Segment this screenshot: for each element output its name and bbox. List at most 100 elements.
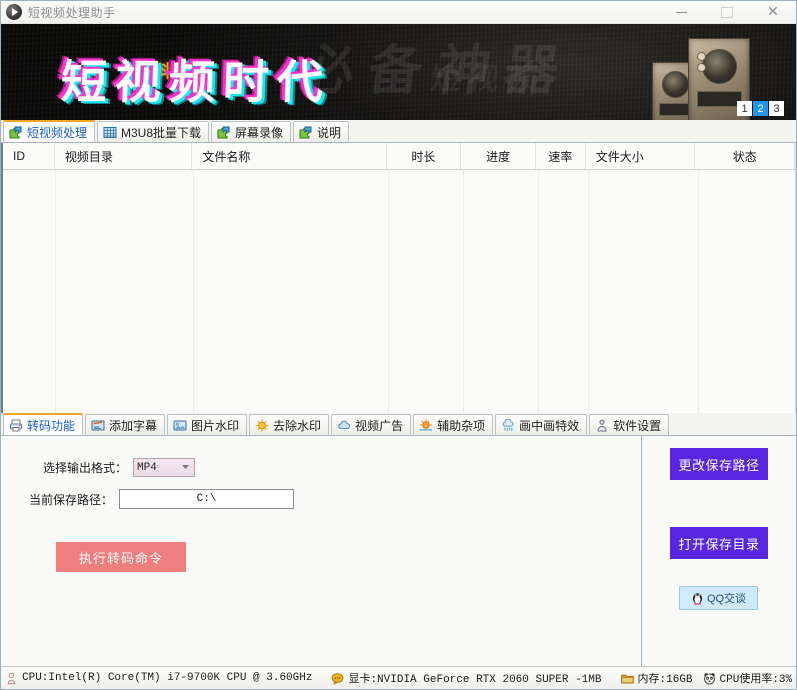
close-button[interactable]: ✕ [750,1,796,23]
minimize-icon [676,12,687,13]
tab-label: 转码功能 [27,417,75,434]
main-tab-bar: 短视频处理 M3U8批量下载 屏幕录像 说明 [1,120,796,143]
status-memory: 内存:16GB [621,667,703,689]
tab-label: 图片水印 [191,417,239,434]
status-bar: CPU:Intel(R) Core(TM) i7-9700K CPU @ 3.6… [1,666,796,689]
function-panel: 选择输出格式： MP4 当前保存路径： C:\ 执行转码命令 更改保存路径 打开… [1,436,796,666]
banner-page-3[interactable]: 3 [769,101,784,116]
side-actions-panel: 更改保存路径 打开保存目录 QQ交谈 [642,436,796,666]
tab-label: 短视频处理 [27,124,87,141]
app-play-circle-icon [6,4,22,20]
tab-label: 画中画特效 [519,417,579,434]
speaker-illustration [638,36,750,120]
tab-label: 屏幕录像 [235,124,283,141]
maximize-icon [721,7,733,18]
transcode-settings-panel: 选择输出格式： MP4 当前保存路径： C:\ 执行转码命令 [1,436,642,666]
status-cpu: CPU:Intel(R) Core(TM) i7-9700K CPU @ 3.6… [5,667,322,689]
person-icon [595,419,609,432]
puzzle-green-icon [9,126,23,139]
output-format-select[interactable]: MP4 [133,458,195,477]
status-gpu-text: 显卡:NVIDIA GeForce RTX 2060 SUPER -1MB [348,670,601,686]
status-memory-text: 内存:16GB [638,670,693,686]
puzzle-green-icon [217,126,231,139]
save-path-label: 当前保存路径： [29,491,113,508]
panda-icon [703,672,716,685]
change-save-path-button[interactable]: 更改保存路径 [670,448,768,480]
banner-headline: 短视频时代 [60,46,332,112]
tab-screen-recording[interactable]: 屏幕录像 [211,121,291,142]
chevron-down-icon [182,465,189,469]
speech-bubble-icon [331,672,344,685]
qq-penguin-icon [691,591,704,605]
column-header-file-name[interactable]: 文件名称 [192,143,386,169]
tab-add-subtitle[interactable]: 添加字幕 [85,414,165,435]
status-cpu-text: CPU:Intel(R) Core(TM) i7-9700K CPU @ 3.6… [22,672,312,684]
tab-software-settings[interactable]: 软件设置 [589,414,669,435]
column-header-duration[interactable]: 时长 [387,143,462,169]
sun-icon [255,419,269,432]
column-header-video-dir[interactable]: 视频目录 [55,143,192,169]
tab-short-video-processing[interactable]: 短视频处理 [3,120,95,142]
function-tab-bar: 转码功能 添加字幕 图片水印 去除水 [1,413,796,436]
folder-icon [621,672,634,685]
output-format-label: 选择输出格式： [43,459,127,476]
table-body[interactable] [3,169,795,413]
maximize-button[interactable] [704,1,750,23]
qq-chat-button[interactable]: QQ交谈 [679,586,758,610]
tab-remove-watermark[interactable]: 去除水印 [249,414,329,435]
save-path-value: C:\ [197,493,217,505]
tab-label: 去除水印 [273,417,321,434]
table-header-row: ID 视频目录 文件名称 时长 进度 速率 文件大小 状态 [3,143,795,170]
tab-label: 添加字幕 [109,417,157,434]
save-path-input[interactable]: C:\ [119,489,294,509]
subtitle-icon [91,419,105,432]
close-icon: ✕ [767,5,779,19]
application-window: 短视频处理助手 ✕ 必备神器 短视频 黑科技 短视频时代 1 [0,0,797,690]
task-table[interactable]: ID 视频目录 文件名称 时长 进度 速率 文件大小 状态 [1,143,796,413]
tab-label: 说明 [317,124,341,141]
minimize-button[interactable] [658,1,704,23]
status-cpu-usage-text: CPU使用率:3% [720,670,793,686]
cpu-chip-icon [5,672,18,685]
open-save-directory-button[interactable]: 打开保存目录 [670,527,768,559]
tab-image-watermark[interactable]: 图片水印 [167,414,247,435]
qq-chat-label: QQ交谈 [707,590,746,606]
window-controls: ✕ [658,1,796,23]
tab-m3u8-batch-download[interactable]: M3U8批量下载 [97,121,209,142]
banner-page-2[interactable]: 2 [753,101,768,116]
tab-label: 视频广告 [355,417,403,434]
tab-label: 辅助杂项 [437,417,485,434]
run-transcode-button[interactable]: 执行转码命令 [56,542,186,572]
title-bar: 短视频处理助手 ✕ [1,1,796,24]
speaker-knob-icon [697,63,706,72]
output-format-value: MP4 [137,462,157,474]
tab-transcode[interactable]: 转码功能 [3,413,83,435]
tab-misc-tools[interactable]: 辅助杂项 [413,414,493,435]
speaker-cone-icon [662,71,689,98]
banner-watermark-text-secondary: 短视频 [429,54,548,98]
tab-label: 软件设置 [613,417,661,434]
column-header-id[interactable]: ID [3,143,55,169]
image-icon [173,419,187,432]
grid-blue-icon [103,126,117,139]
status-gpu: 显卡:NVIDIA GeForce RTX 2060 SUPER -1MB [331,667,611,689]
status-cpu-usage: CPU使用率:3% [703,667,797,689]
promo-banner[interactable]: 必备神器 短视频 黑科技 短视频时代 1 2 3 [1,24,796,120]
puzzle-green-icon [299,126,313,139]
banner-page-1[interactable]: 1 [737,101,752,116]
tab-instructions[interactable]: 说明 [293,121,349,142]
column-header-speed[interactable]: 速率 [536,143,586,169]
sunrise-icon [419,419,433,432]
window-title: 短视频处理助手 [28,4,116,21]
tape-slot-icon [697,91,742,107]
output-format-row: 选择输出格式： MP4 [43,458,195,477]
column-header-status[interactable]: 状态 [695,143,795,169]
tab-video-ads[interactable]: 视频广告 [331,414,411,435]
save-path-row: 当前保存路径： C:\ [29,489,294,509]
column-header-file-size[interactable]: 文件大小 [586,143,696,169]
tab-pip-effects[interactable]: 画中画特效 [495,414,587,435]
speaker-cone-icon [702,49,737,84]
column-header-progress[interactable]: 进度 [461,143,536,169]
tab-label: M3U8批量下载 [121,124,201,141]
banner-pagination[interactable]: 1 2 3 [737,101,784,116]
